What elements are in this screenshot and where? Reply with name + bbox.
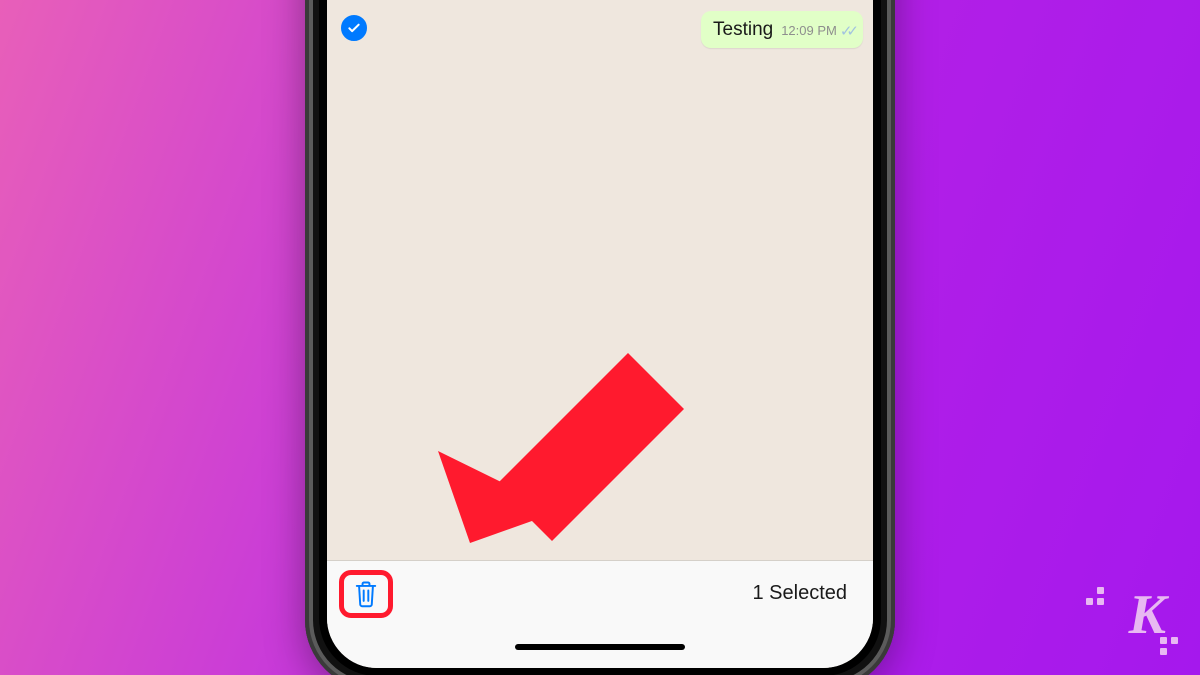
check-icon — [346, 20, 362, 36]
watermark-dots-icon — [1160, 637, 1178, 655]
message-meta: 12:09 PM ✓✓ — [781, 22, 853, 40]
chat-area: ████████ 12:09 PM ✓✓ — [327, 0, 873, 560]
message-text: Testing — [713, 19, 773, 40]
home-indicator-area — [327, 626, 873, 668]
message-row[interactable]: Just doing something for my job, will de… — [327, 0, 873, 1]
watermark-logo: K — [1129, 583, 1164, 647]
message-time: 12:09 PM — [781, 23, 837, 38]
message-row[interactable]: Testing 12:09 PM ✓✓ — [327, 7, 873, 52]
phone-frame: ████████ 12:09 PM ✓✓ — [305, 0, 895, 675]
select-circle-checked-icon[interactable] — [341, 15, 367, 41]
bubble-wrap: Testing 12:09 PM ✓✓ — [381, 11, 863, 48]
delete-button[interactable] — [352, 579, 380, 609]
selection-count-label: 1 Selected — [752, 582, 847, 605]
phone-inner: ████████ 12:09 PM ✓✓ — [319, 0, 881, 675]
annotation-highlight-box — [339, 570, 393, 618]
watermark-dots-icon — [1086, 587, 1104, 605]
home-indicator[interactable] — [515, 644, 685, 650]
app-screen: ████████ 12:09 PM ✓✓ — [327, 0, 873, 668]
message-bubble[interactable]: Testing 12:09 PM ✓✓ — [701, 11, 863, 48]
trash-icon — [352, 579, 380, 609]
delivered-ticks-icon: ✓✓ — [840, 22, 853, 40]
selection-toolbar: 1 Selected — [327, 560, 873, 626]
